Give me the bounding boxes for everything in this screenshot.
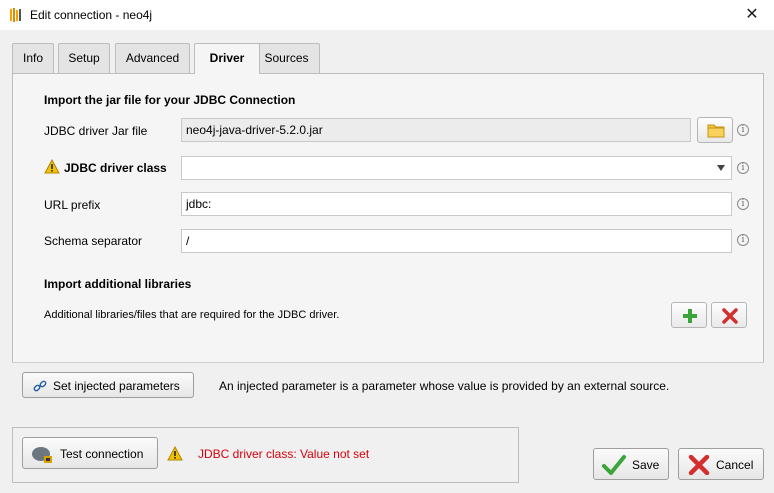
warning-icon <box>167 446 183 461</box>
driver-class-select[interactable] <box>181 156 732 180</box>
app-icon <box>10 8 21 22</box>
tab-advanced[interactable]: Advanced <box>115 43 190 73</box>
info-icon[interactable]: i <box>737 162 749 174</box>
libraries-title: Import additional libraries <box>44 277 192 291</box>
libraries-description: Additional libraries/files that are requ… <box>44 309 340 321</box>
close-icon: ✕ <box>745 6 759 23</box>
cancel-label: Cancel <box>716 458 754 472</box>
add-library-button[interactable] <box>671 302 707 328</box>
jar-file-label: JDBC driver Jar file <box>44 124 148 138</box>
info-icon[interactable]: i <box>737 234 749 246</box>
save-label: Save <box>632 458 660 472</box>
connection-error-message: JDBC driver class: Value not set <box>198 447 370 461</box>
plug-icon <box>32 447 52 463</box>
cancel-button[interactable]: Cancel <box>678 448 764 480</box>
driver-class-label: JDBC driver class <box>64 161 167 175</box>
cancel-icon <box>688 455 710 475</box>
injected-description: An injected parameter is a parameter who… <box>219 379 670 393</box>
browse-jar-button[interactable] <box>697 117 733 143</box>
set-injected-parameters-button[interactable]: Set injected parameters <box>22 372 194 398</box>
info-icon[interactable]: i <box>737 124 749 136</box>
plus-icon <box>683 309 697 323</box>
set-injected-parameters-label: Set injected parameters <box>53 379 180 393</box>
url-prefix-field[interactable]: jdbc: <box>181 192 732 216</box>
save-button[interactable]: Save <box>593 448 669 480</box>
driver-panel: Import the jar file for your JDBC Connec… <box>12 73 764 363</box>
link-icon <box>33 380 47 392</box>
schema-separator-label: Schema separator <box>44 234 143 248</box>
close-button[interactable]: ✕ <box>730 0 774 30</box>
tab-setup[interactable]: Setup <box>58 43 110 73</box>
tab-sources[interactable]: Sources <box>253 43 320 73</box>
warning-icon <box>44 159 60 174</box>
tab-driver[interactable]: Driver <box>194 43 260 74</box>
info-icon[interactable]: i <box>737 198 749 210</box>
chevron-down-icon <box>717 165 725 171</box>
window-title: Edit connection - neo4j <box>30 8 153 22</box>
folder-icon <box>707 124 725 138</box>
schema-separator-field[interactable]: / <box>181 229 732 253</box>
import-jar-title: Import the jar file for your JDBC Connec… <box>44 93 296 107</box>
title-bar: Edit connection - neo4j ✕ <box>0 0 774 30</box>
jar-file-field[interactable]: neo4j-java-driver-5.2.0.jar <box>181 118 691 142</box>
checkmark-icon <box>602 455 626 475</box>
remove-library-button[interactable] <box>711 302 747 328</box>
delete-icon <box>722 308 738 324</box>
url-prefix-label: URL prefix <box>44 198 101 212</box>
panel-divider <box>12 362 764 363</box>
tab-info[interactable]: Info <box>12 43 54 73</box>
test-connection-label: Test connection <box>60 447 144 461</box>
test-connection-button[interactable]: Test connection <box>22 437 158 469</box>
